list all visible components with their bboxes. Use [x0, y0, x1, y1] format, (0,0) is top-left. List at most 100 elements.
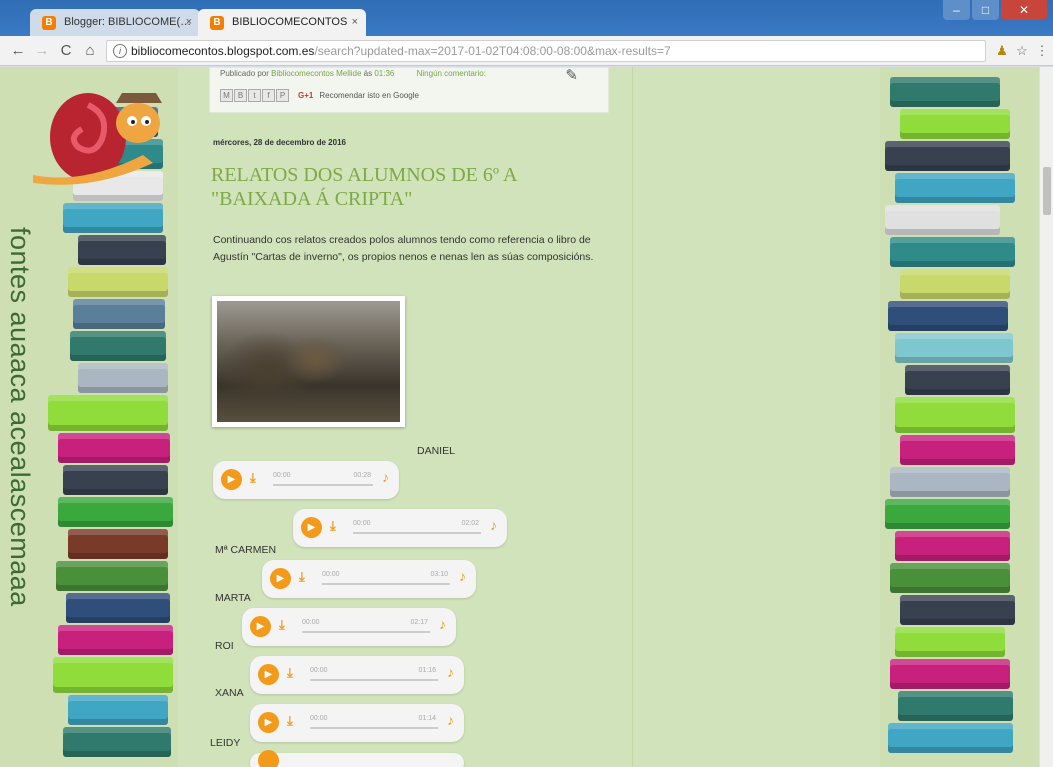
volume-icon[interactable]: ♪: [447, 712, 454, 728]
extension-icon[interactable]: ♟: [993, 42, 1011, 60]
comments-link[interactable]: Ningún comentario:: [417, 69, 486, 78]
address-bar[interactable]: i bibliocomecontos.blogspot.com.es/searc…: [106, 40, 986, 62]
time-link[interactable]: 01:36: [374, 69, 394, 78]
site-info-icon[interactable]: i: [113, 44, 127, 58]
student-name-label: XANA: [215, 687, 244, 699]
tab-label: Blogger: BIBLIOCOME(…: [64, 16, 192, 28]
student-name-label: LEIDY: [210, 737, 241, 749]
duration: 01:14: [418, 715, 436, 722]
tab-close-icon[interactable]: ×: [352, 9, 358, 36]
audio-player: ▶ ⤓ 00:00 01:16 ♪: [250, 656, 464, 694]
seek-bar[interactable]: [302, 631, 430, 633]
play-icon[interactable]: ▶: [221, 469, 242, 490]
page-viewport: fontes auaaca acealascemaaa Publicado po…: [0, 67, 1053, 767]
reload-button[interactable]: C: [56, 41, 76, 61]
tab-label: BIBLIOCOMECONTOS: [232, 16, 348, 28]
book-stack-left-decoration: fontes auaaca acealascemaaa: [8, 67, 176, 767]
play-icon[interactable]: ▶: [258, 664, 279, 685]
post-date-header: mércores, 28 de decembro de 2016: [213, 138, 346, 147]
blogger-favicon-icon: B: [42, 16, 56, 30]
previous-post-footer: Publicado por Bibliocomecontos Mellide á…: [209, 67, 609, 113]
volume-icon[interactable]: ♪: [382, 469, 389, 485]
duration: 02:17: [410, 619, 428, 626]
page-scrollbar[interactable]: [1039, 67, 1053, 767]
seek-bar[interactable]: [353, 532, 481, 534]
at-label: ás: [363, 69, 373, 78]
play-icon[interactable]: ▶: [270, 568, 291, 589]
share-buttons: M B t f P G+1 Recomendar isto en Google: [220, 86, 419, 104]
back-button[interactable]: ←: [8, 41, 28, 61]
scrollbar-thumb[interactable]: [1043, 167, 1051, 215]
download-icon[interactable]: ⤓: [299, 569, 305, 585]
duration: 03:10: [430, 571, 448, 578]
edit-pencil-icon[interactable]: ✎: [565, 67, 578, 84]
audio-player: ▶ ⤓ 00:00 00:28 ♪: [213, 461, 399, 499]
maximize-button[interactable]: □: [972, 0, 999, 20]
volume-icon[interactable]: ♪: [459, 568, 466, 584]
audio-player-partial: [250, 750, 464, 767]
recommend-google-label: Recomendar isto en Google: [319, 90, 419, 100]
url-host: bibliocomecontos.blogspot.com.es: [131, 44, 315, 58]
student-name-label: MARTA: [215, 592, 251, 604]
post-body-text: Continuando cos relatos creados polos al…: [213, 234, 594, 263]
blog-share-button[interactable]: B: [234, 88, 247, 102]
play-icon[interactable]: ▶: [258, 712, 279, 733]
student-name-label: Mª CARMEN: [215, 544, 277, 556]
sidebar-column: [632, 67, 880, 767]
snail-mascot-icon: [33, 93, 162, 185]
url-path: /search?updated-max=2017-01-02T04:08:00-…: [314, 44, 671, 58]
audio-player: ▶ ⤓ 00:00 03:10 ♪: [262, 560, 476, 598]
blog-vertical-title: fontes auaaca acealascemaaa: [8, 227, 35, 607]
published-label: Publicado por: [220, 69, 269, 78]
minimize-button[interactable]: –: [943, 0, 970, 20]
gplus-button[interactable]: G+1: [298, 91, 313, 100]
browser-tab-bar: B Blogger: BIBLIOCOME(… × B BIBLIOCOMECO…: [0, 0, 1053, 36]
forward-button[interactable]: →: [32, 41, 52, 61]
book-stack-right-decoration: [880, 67, 1036, 767]
current-time: 00:00: [353, 520, 371, 527]
post-meta: Publicado por Bibliocomecontos Mellide á…: [220, 69, 486, 78]
post-title[interactable]: RELATOS DOS ALUMNOS DE 6º A "BAIXADA Á C…: [211, 163, 611, 211]
current-time: 00:00: [322, 571, 340, 578]
email-share-button[interactable]: M: [220, 88, 233, 102]
seek-bar[interactable]: [310, 679, 438, 681]
bookmark-star-icon[interactable]: ☆: [1013, 42, 1031, 60]
download-icon[interactable]: ⤓: [330, 518, 336, 534]
twitter-share-button[interactable]: t: [248, 88, 261, 102]
student-name-daniel: DANIEL: [417, 445, 455, 457]
pinterest-share-button[interactable]: P: [276, 88, 289, 102]
audio-player: ▶ ⤓ 00:00 02:02 ♪: [293, 509, 507, 547]
blogger-favicon-icon: B: [210, 16, 224, 30]
download-icon[interactable]: ⤓: [287, 713, 293, 729]
seek-bar[interactable]: [322, 583, 450, 585]
current-time: 00:00: [273, 472, 291, 479]
tab-close-icon[interactable]: ×: [186, 9, 192, 36]
current-time: 00:00: [302, 619, 320, 626]
download-icon[interactable]: ⤓: [287, 665, 293, 681]
play-icon[interactable]: [258, 750, 279, 767]
home-button[interactable]: ⌂: [80, 41, 100, 61]
seek-bar[interactable]: [273, 484, 373, 486]
crypt-photo[interactable]: [212, 296, 405, 427]
volume-icon[interactable]: ♪: [439, 616, 446, 632]
author-link[interactable]: Bibliocomecontos Mellide: [271, 69, 361, 78]
play-icon[interactable]: ▶: [250, 616, 271, 637]
play-icon[interactable]: ▶: [301, 517, 322, 538]
download-icon[interactable]: ⤓: [250, 470, 256, 486]
download-icon[interactable]: ⤓: [279, 617, 285, 633]
duration: 00:28: [353, 472, 371, 479]
duration: 01:16: [418, 667, 436, 674]
browser-toolbar: ← → C ⌂ i bibliocomecontos.blogspot.com.…: [0, 36, 1053, 66]
volume-icon[interactable]: ♪: [447, 664, 454, 680]
seek-bar[interactable]: [310, 727, 438, 729]
tab-blogger[interactable]: B Blogger: BIBLIOCOME(… ×: [30, 9, 200, 36]
volume-icon[interactable]: ♪: [490, 517, 497, 533]
audio-player: ▶ ⤓ 00:00 02:17 ♪: [242, 608, 456, 646]
tab-bibliocomecontos[interactable]: B BIBLIOCOMECONTOS ×: [198, 9, 366, 36]
close-window-button[interactable]: ✕: [1001, 0, 1047, 20]
current-time: 00:00: [310, 667, 328, 674]
browser-menu-icon[interactable]: ⋮: [1033, 42, 1051, 60]
duration: 02:02: [461, 520, 479, 527]
facebook-share-button[interactable]: f: [262, 88, 275, 102]
student-name-label: ROI: [215, 640, 234, 652]
